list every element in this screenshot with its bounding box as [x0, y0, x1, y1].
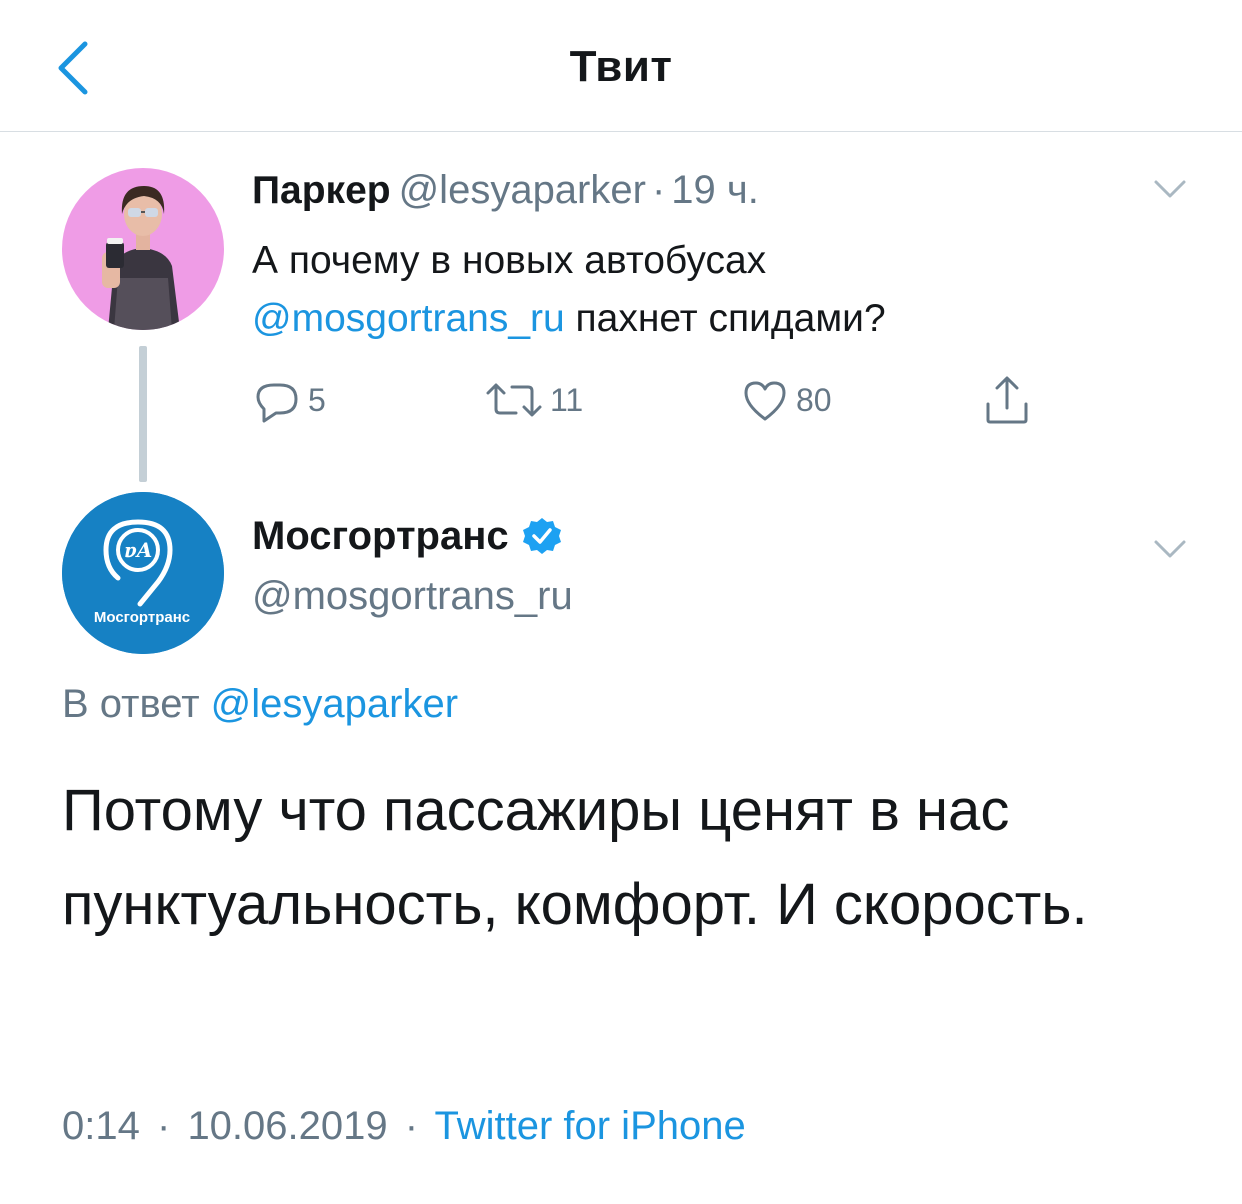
mention-link[interactable]: @mosgortrans_ru [252, 297, 565, 340]
tweet-date: 10.06.2019 [187, 1104, 388, 1148]
like-count: 80 [796, 381, 832, 418]
mosgortrans-logo: ɐA Мосгортранс [62, 492, 224, 654]
author-handle[interactable]: @lesyaparker [399, 168, 646, 212]
retweet-icon [486, 383, 542, 417]
top-bar: Твит [0, 0, 1242, 132]
svg-text:Мосгортранс: Мосгортранс [94, 609, 190, 626]
chevron-down-icon [1154, 540, 1186, 558]
source-link[interactable]: Twitter for iPhone [434, 1104, 745, 1148]
author-name[interactable]: Паркер [252, 169, 391, 212]
tweet-text: Потому что пассажиры ценят в нас пунктуа… [62, 778, 1088, 937]
svg-text:ɐA: ɐA [124, 538, 152, 562]
avatar[interactable]: ɐA Мосгортранс [62, 492, 224, 654]
retweet-count: 11 [550, 381, 584, 418]
tweet-menu-button[interactable] [1150, 528, 1190, 568]
reply-label: В ответ [62, 682, 200, 726]
page-title: Твит [569, 42, 673, 91]
share-icon [986, 376, 1028, 424]
author-name[interactable]: Мосгортранс [252, 514, 563, 559]
tweet-actions: 5 11 80 [252, 372, 1052, 432]
avatar[interactable] [62, 168, 224, 330]
tweet-menu-button[interactable] [1150, 168, 1190, 208]
verified-badge-icon [522, 517, 561, 554]
reply-button[interactable]: 5 [252, 372, 326, 428]
reply-icon [256, 383, 298, 423]
avatar-photo [62, 168, 224, 330]
reply-count: 5 [308, 381, 326, 418]
separator: · [651, 168, 666, 212]
reply-context: В ответ @lesyaparker [62, 682, 458, 727]
author-handle[interactable]: @mosgortrans_ru [252, 574, 573, 619]
tweet-text-part: А почему в новых автобусах [252, 239, 767, 282]
author-name-text: Мосгортранс [252, 514, 509, 558]
tweet-time[interactable]: 19 ч. [671, 168, 759, 212]
retweet-button[interactable]: 11 [484, 372, 583, 428]
tweet-time: 0:14 [62, 1104, 140, 1148]
reply-mention-link[interactable]: @lesyaparker [211, 682, 458, 726]
share-button[interactable] [982, 372, 1032, 428]
like-button[interactable]: 80 [740, 372, 832, 428]
separator: · [404, 1104, 419, 1148]
tweet-text-part: пахнет спидами? [564, 297, 886, 340]
tweet-meta: 0:14 · 10.06.2019 · Twitter for iPhone [62, 1104, 746, 1149]
separator: · [156, 1104, 171, 1148]
heart-icon [744, 381, 786, 421]
thread-connector [139, 346, 147, 482]
chevron-down-icon [1154, 180, 1186, 198]
tweet-text: А почему в новых автобусах @mosgortrans_… [252, 232, 1132, 348]
tweet-header: Паркер @lesyaparker · 19 ч. [252, 168, 759, 213]
